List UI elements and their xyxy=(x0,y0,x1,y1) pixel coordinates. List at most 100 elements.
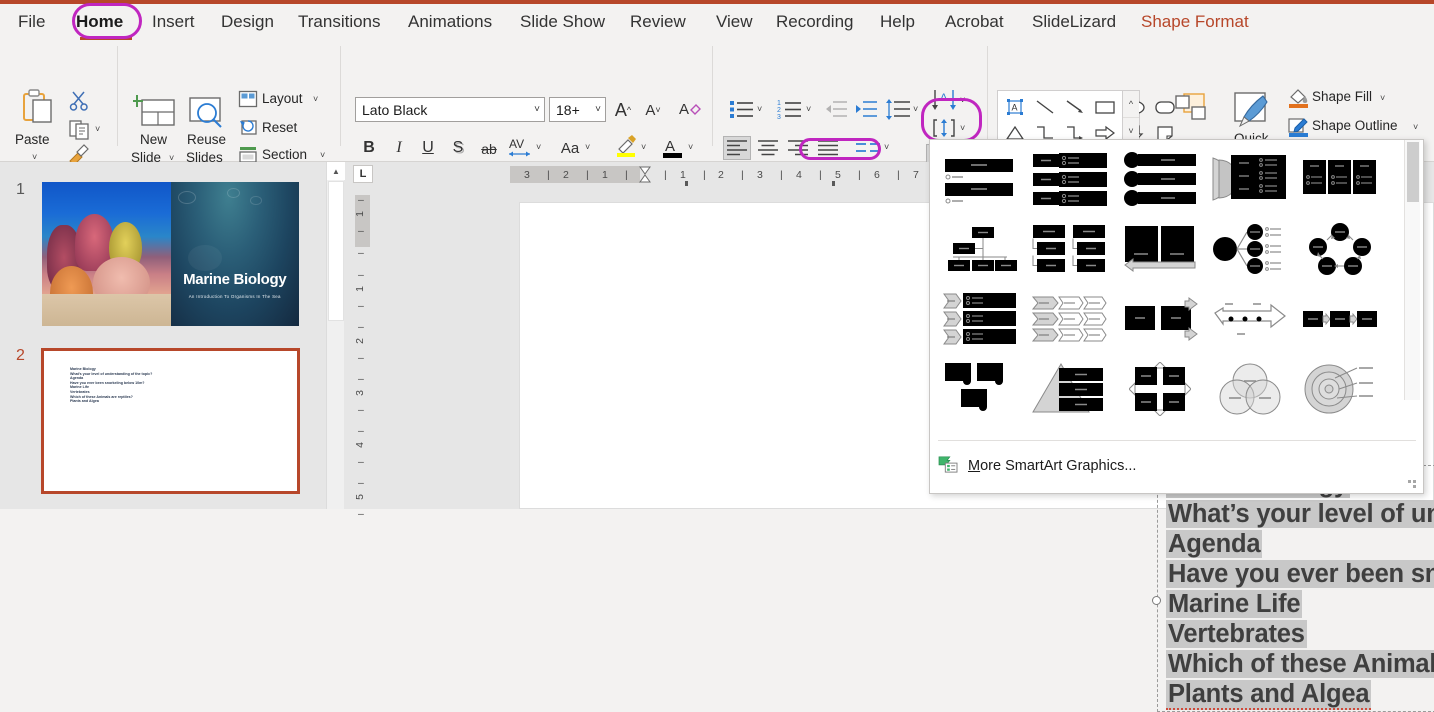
tab-transitions[interactable]: Transitions xyxy=(298,4,381,40)
new-slide-label-line1[interactable]: New xyxy=(140,132,167,147)
tab-file[interactable]: File xyxy=(18,4,45,40)
columns-icon[interactable] xyxy=(854,136,882,160)
text-direction-chevron-down-icon[interactable]: ˅ xyxy=(960,95,965,105)
slide-text-line-6[interactable]: Vertebrates xyxy=(1166,620,1307,649)
ruler-tab-stop-1[interactable] xyxy=(685,181,688,186)
align-right-button[interactable] xyxy=(784,136,812,160)
align-text-icon[interactable] xyxy=(930,116,958,140)
paste-chevron-down-icon[interactable]: ˅ xyxy=(32,152,37,162)
smartart-layout-horizontal-hierarchy[interactable] xyxy=(1025,216,1115,282)
smartart-layout-linked-process[interactable] xyxy=(1295,286,1385,352)
vertical-ruler[interactable]: – 1 – – – 1 – – 2 – – 3 – – 4 – – 5 – xyxy=(354,194,370,520)
font-color-icon[interactable]: A xyxy=(660,134,686,160)
arrange-icon[interactable] xyxy=(1172,90,1214,135)
smartart-layout-vertical-chevron-list[interactable] xyxy=(935,286,1025,352)
slide-thumbnail-1[interactable]: Marine Biology An Introduction To Organi… xyxy=(42,182,299,326)
smartart-layout-venn-diagram[interactable] xyxy=(1205,356,1295,422)
align-center-button[interactable] xyxy=(754,136,782,160)
smartart-layout-radial-cluster[interactable] xyxy=(1205,216,1295,282)
copy-icon[interactable] xyxy=(68,118,92,145)
slide-text-line-4[interactable]: Have you ever been snorke xyxy=(1166,560,1434,589)
paste-icon[interactable] xyxy=(18,88,58,130)
bold-button[interactable]: B xyxy=(358,136,380,160)
smartart-layouts-dropdown[interactable] xyxy=(929,139,1424,494)
tab-view[interactable]: View xyxy=(716,4,753,40)
smartart-layout-pyramid-list[interactable] xyxy=(1025,356,1115,422)
slide-text-line-7[interactable]: Which of these Animals are xyxy=(1166,650,1434,679)
justify-button[interactable] xyxy=(814,136,842,160)
new-slide-icon[interactable] xyxy=(131,92,177,135)
bullets-chevron-down-icon[interactable]: ˅ xyxy=(757,104,762,114)
line-shape[interactable] xyxy=(1030,93,1060,121)
tab-shape-format[interactable]: Shape Format xyxy=(1141,4,1249,40)
reset-icon[interactable] xyxy=(238,119,258,142)
change-case-icon[interactable]: Aa xyxy=(555,136,585,160)
smartart-layout-horizontal-bullet-list[interactable] xyxy=(1295,146,1385,212)
font-name-chevron-down-icon[interactable]: ˅ xyxy=(530,104,540,115)
shape-outline-chevron-down-icon[interactable]: ˅ xyxy=(1413,122,1418,132)
italic-button[interactable]: I xyxy=(388,136,410,160)
smartart-layout-basic-timeline[interactable] xyxy=(1205,286,1295,352)
text-shadow-button[interactable]: S xyxy=(447,136,469,160)
clear-formatting-icon[interactable]: A xyxy=(678,97,702,121)
tab-slidelizard[interactable]: SlideLizard xyxy=(1032,4,1116,40)
smartart-layout-picture-caption-list[interactable] xyxy=(1025,146,1115,212)
change-case-chevron-down-icon[interactable]: ˅ xyxy=(585,142,590,152)
smartart-layout-picture-group-list[interactable] xyxy=(935,356,1025,422)
numbering-icon[interactable]: 1 2 3 xyxy=(776,97,804,121)
text-box-shape[interactable]: A xyxy=(1000,93,1030,121)
align-left-button[interactable] xyxy=(723,136,751,160)
decrease-font-size-icon[interactable]: A ˅ xyxy=(642,98,664,122)
layout-button[interactable]: Layout xyxy=(262,91,303,106)
smartart-layout-basic-block-list[interactable] xyxy=(935,146,1025,212)
tab-help[interactable]: Help xyxy=(880,4,915,40)
reuse-slides-label-line1[interactable]: Reuse xyxy=(187,132,226,147)
font-size-combobox[interactable]: 18+ ˅ xyxy=(549,97,606,122)
line-spacing-icon[interactable] xyxy=(884,97,912,121)
arrow-line-shape[interactable] xyxy=(1060,93,1090,121)
copy-chevron-down-icon[interactable]: ˅ xyxy=(95,124,100,134)
paste-button-label[interactable]: Paste xyxy=(15,132,50,147)
thumbnail-pane-scrollbar[interactable]: ▲ xyxy=(326,162,345,509)
smartart-menu-resize-grip[interactable] xyxy=(1408,476,1420,488)
tab-recording[interactable]: Recording xyxy=(776,4,854,40)
shape-fill-button[interactable]: Shape Fill xyxy=(1312,89,1372,104)
thumbnail-scroll-up-icon[interactable]: ▲ xyxy=(327,162,345,180)
layout-chevron-down-icon[interactable]: ˅ xyxy=(313,94,318,104)
columns-chevron-down-icon[interactable]: ˅ xyxy=(884,142,889,152)
highlight-chevron-down-icon[interactable]: ˅ xyxy=(641,142,646,152)
smartart-layout-chevron-process[interactable] xyxy=(1025,286,1115,352)
section-chevron-down-icon[interactable]: ˅ xyxy=(320,150,325,160)
bullets-icon[interactable] xyxy=(728,97,756,121)
layout-icon[interactable] xyxy=(238,90,258,113)
tab-selector-button[interactable]: L xyxy=(353,165,373,183)
character-spacing-icon[interactable]: AV xyxy=(506,135,536,161)
smartart-layout-continuous-cycle[interactable] xyxy=(1295,216,1385,282)
line-spacing-chevron-down-icon[interactable]: ˅ xyxy=(913,104,918,114)
underline-button[interactable]: U xyxy=(417,136,439,160)
slide-text-line-3[interactable]: Agenda xyxy=(1166,530,1263,559)
strikethrough-button[interactable]: ab xyxy=(477,138,501,160)
indent-marker-handle[interactable] xyxy=(639,166,651,183)
tab-animations[interactable]: Animations xyxy=(408,4,492,40)
smartart-layout-vertical-picture-list[interactable] xyxy=(1115,216,1205,282)
smartart-layout-radial-target[interactable] xyxy=(1295,356,1385,422)
smartart-layout-vertical-bullet-list[interactable] xyxy=(1115,146,1205,212)
quick-styles-icon[interactable] xyxy=(1231,90,1271,135)
slide-text-line-8[interactable]: Plants and Algea xyxy=(1166,680,1372,710)
align-text-chevron-down-icon[interactable]: ˅ xyxy=(960,123,965,133)
font-name-combobox[interactable]: Lato Black ˅ xyxy=(355,97,545,122)
smartart-menu-scrollbar[interactable] xyxy=(1404,140,1420,400)
reset-button[interactable]: Reset xyxy=(262,120,297,135)
shapes-scroll-up-icon[interactable]: ^ xyxy=(1123,91,1139,118)
rectangle-shape[interactable] xyxy=(1090,93,1120,121)
tab-home[interactable]: Home xyxy=(76,4,123,40)
smartart-layout-matrix-grid[interactable] xyxy=(1115,356,1205,422)
font-color-chevron-down-icon[interactable]: ˅ xyxy=(688,142,693,152)
smartart-layout-vertical-box-list[interactable] xyxy=(1205,146,1295,212)
thumbnail-scrollbar-thumb[interactable] xyxy=(328,181,344,321)
shape-outline-button[interactable]: Shape Outline xyxy=(1312,118,1398,133)
ruler-tab-stop-2[interactable] xyxy=(832,181,835,186)
tab-insert[interactable]: Insert xyxy=(152,4,195,40)
smartart-layout-opposing-arrows[interactable] xyxy=(1115,286,1205,352)
